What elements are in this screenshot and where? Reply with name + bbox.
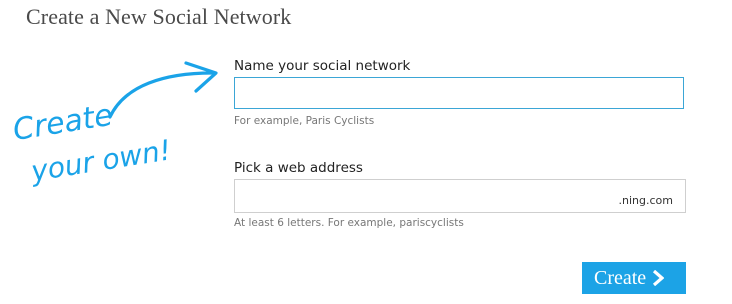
promo-callout: Create your own! [0,55,230,215]
web-address-input[interactable] [235,180,605,212]
create-button-label: Create [594,266,647,289]
web-address-field: .ning.com [234,179,686,213]
network-name-label: Name your social network [234,58,411,74]
network-name-input[interactable] [234,77,684,109]
chevron-right-icon [653,270,665,286]
domain-suffix: .ning.com [618,194,673,207]
web-address-label: Pick a web address [234,160,363,176]
create-network-page: Create a New Social Network Create your … [0,0,732,304]
page-title: Create a New Social Network [26,4,292,29]
web-address-hint: At least 6 letters. For example, pariscy… [234,217,464,229]
create-button[interactable]: Create [582,262,686,294]
network-name-hint: For example, Paris Cyclists [234,115,375,127]
